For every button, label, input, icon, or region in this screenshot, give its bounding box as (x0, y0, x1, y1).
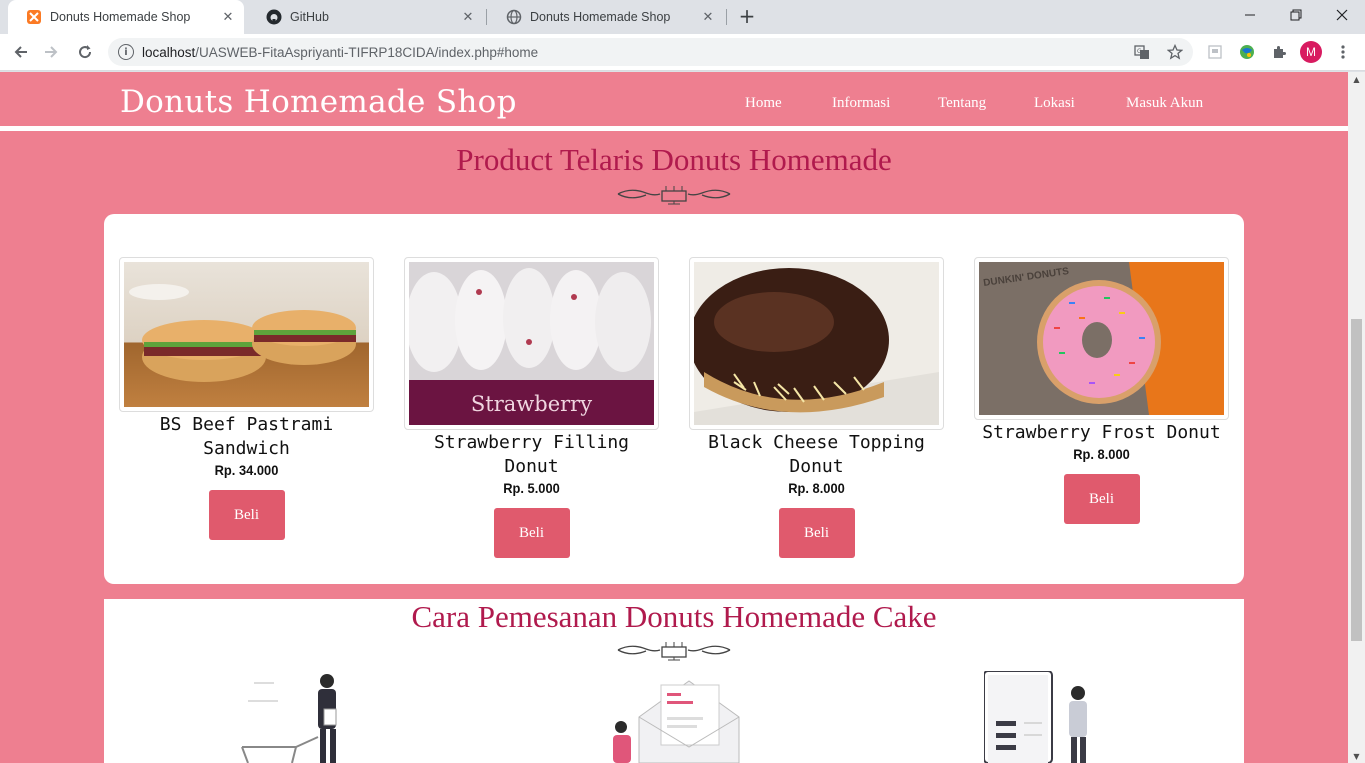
buy-button[interactable]: Beli (493, 508, 570, 558)
bookmark-star-icon[interactable] (1167, 44, 1183, 60)
close-window-icon[interactable] (1319, 0, 1365, 30)
puzzle-extensions-icon[interactable] (1269, 42, 1289, 62)
tab-strip: Donuts Homemade Shop ✕ GitHub ✕ Donuts H… (0, 0, 1365, 34)
tab-donuts-shop-2[interactable]: Donuts Homemade Shop ✕ (488, 0, 724, 34)
tab-title: GitHub (290, 10, 329, 24)
beef-sandwich-image (124, 262, 369, 407)
site-info-icon[interactable]: i (118, 44, 134, 60)
products-card: BS Beef Pastrami Sandwich Rp. 34.000 Bel… (104, 214, 1244, 584)
xampp-icon (26, 9, 42, 25)
nav-home[interactable]: Home (745, 95, 782, 112)
order-steps-card: Cara Pemesanan Donuts Homemade Cake (104, 599, 1244, 763)
tab-separator (486, 9, 487, 25)
product-card: BS Beef Pastrami Sandwich Rp. 34.000 Bel… (119, 257, 374, 540)
cake-divider-icon (617, 642, 731, 661)
product-card: DUNKIN' DONUTS Strawberry Frost Donut Rp… (974, 257, 1229, 524)
strawberry-frost-donut-image: DUNKIN' DONUTS (979, 262, 1224, 415)
scrollbar-thumb[interactable] (1351, 319, 1362, 641)
globe-extension-icon[interactable] (1237, 42, 1257, 62)
tab-separator (726, 9, 727, 25)
browser-toolbar: i localhost/UASWEB-FitaAspriyanti-TIFRP1… (0, 34, 1365, 71)
order-section-title: Cara Pemesanan Donuts Homemade Cake (411, 599, 937, 634)
mobile-app-illustration (984, 671, 1087, 763)
tab-close-icon[interactable]: ✕ (700, 9, 716, 25)
product-price: Rp. 34.000 (214, 462, 279, 478)
buy-button[interactable]: Beli (1063, 474, 1140, 524)
product-image-frame (119, 257, 374, 412)
new-tab-icon[interactable]: + (736, 4, 758, 28)
globe-icon (506, 9, 522, 25)
url-text: localhost/UASWEB-FitaAspriyanti-TIFRP18C… (142, 44, 539, 60)
nav-tentang[interactable]: Tentang (938, 95, 986, 112)
product-image-frame: Strawberry (404, 257, 659, 430)
extension-box-icon[interactable] (1205, 42, 1225, 62)
more-menu-icon[interactable] (1333, 42, 1353, 62)
product-price: Rp. 8.000 (788, 480, 845, 496)
shopping-person-illustration (241, 674, 337, 763)
translate-icon[interactable]: G (1134, 44, 1150, 60)
black-cheese-donut-image (694, 262, 939, 425)
tab-title: Donuts Homemade Shop (50, 10, 191, 24)
restore-icon[interactable] (1273, 0, 1319, 30)
nav-lokasi[interactable]: Lokasi (1034, 95, 1075, 112)
github-icon (266, 9, 282, 25)
email-order-illustration (613, 680, 740, 763)
svg-text:G: G (1137, 48, 1142, 55)
product-name: Black Cheese Topping Donut (708, 432, 925, 477)
nav-masuk-akun[interactable]: Masuk Akun (1126, 95, 1203, 112)
products-section-title: Product Telaris Donuts Homemade (456, 142, 892, 177)
tab-title: Donuts Homemade Shop (530, 10, 671, 24)
reload-icon[interactable] (71, 38, 99, 66)
product-name: Strawberry Frost Donut (982, 422, 1221, 443)
page-viewport: Donuts Homemade Shop Home Informasi Tent… (0, 72, 1348, 763)
scroll-down-arrow-icon[interactable]: ▼ (1352, 752, 1361, 761)
tab-close-icon[interactable]: ✕ (460, 9, 476, 25)
tab-donuts-shop-active[interactable]: Donuts Homemade Shop ✕ (8, 0, 244, 34)
product-card: Black Cheese Topping Donut Rp. 8.000 Bel… (689, 257, 944, 558)
address-bar[interactable]: i localhost/UASWEB-FitaAspriyanti-TIFRP1… (108, 38, 1193, 66)
cake-divider-icon (617, 186, 731, 205)
product-price: Rp. 5.000 (503, 480, 560, 496)
site-navbar: Donuts Homemade Shop Home Informasi Tent… (0, 72, 1348, 131)
scroll-up-arrow-icon[interactable]: ▲ (1352, 75, 1361, 84)
image-caption: Strawberry (470, 392, 593, 416)
tab-github[interactable]: GitHub ✕ (248, 0, 484, 34)
site-brand[interactable]: Donuts Homemade Shop (120, 84, 517, 120)
nav-informasi[interactable]: Informasi (832, 95, 890, 112)
minimize-icon[interactable] (1227, 0, 1273, 30)
forward-arrow-icon[interactable] (37, 38, 65, 66)
buy-button[interactable]: Beli (778, 508, 855, 558)
product-name: Strawberry Filling Donut (433, 432, 630, 477)
tab-close-icon[interactable]: ✕ (220, 9, 236, 25)
page-scrollbar[interactable]: ▲ ▼ (1348, 72, 1365, 763)
buy-button[interactable]: Beli (208, 490, 285, 540)
product-card: Strawberry Strawberry Filling Donut Rp. … (404, 257, 659, 558)
product-price: Rp. 8.000 (1073, 446, 1130, 462)
product-image-frame: DUNKIN' DONUTS (974, 257, 1229, 420)
strawberry-filling-donut-image: Strawberry (409, 262, 654, 425)
product-name: BS Beef Pastrami Sandwich (159, 414, 334, 459)
product-image-frame (689, 257, 944, 430)
profile-avatar[interactable]: M (1300, 41, 1322, 63)
back-arrow-icon[interactable] (7, 38, 35, 66)
